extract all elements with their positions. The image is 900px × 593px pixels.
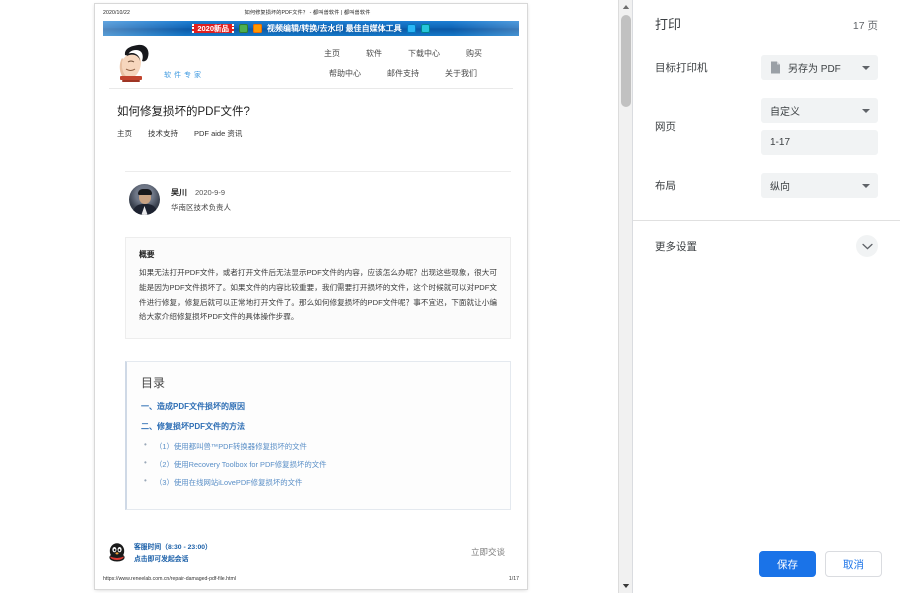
qq-penguin-icon <box>109 543 125 562</box>
more-settings-expand-button[interactable] <box>856 235 878 257</box>
destination-value: 另存为 PDF <box>788 64 841 75</box>
nav-item-software[interactable]: 软件 <box>366 48 382 59</box>
list-item[interactable]: （2）使用Recovery Toolbox for PDF修复损坏的文件 <box>141 458 496 470</box>
chat-prompt: 点击即可发起会话 <box>134 556 189 563</box>
more-settings-row[interactable]: 更多设置 <box>633 221 900 257</box>
chat-now-button[interactable]: 立即交谈 <box>471 546 517 558</box>
site-logo[interactable]: 软件专家 <box>117 42 267 84</box>
layout-value: 纵向 <box>770 182 790 193</box>
nav-row-primary: 主页 软件 下载中心 购买 <box>324 48 482 59</box>
toc-title: 目录 <box>141 376 166 391</box>
footer-page-number: 1/17 <box>508 576 519 582</box>
ad-badge: 2020新品 <box>192 23 234 34</box>
camera-icon <box>239 24 248 33</box>
article-header: 如何修复损坏的PDF文件? 主页 技术支持 PDF aide 资讯 <box>95 89 527 149</box>
logo-text: 软件专家 <box>164 72 204 79</box>
scroll-up-arrow-icon[interactable] <box>619 0 633 14</box>
tools-icon <box>406 24 416 33</box>
print-settings-body: 目标打印机 另存为 PDF 网页 自定义 1-17 布局 纵向 <box>633 33 900 198</box>
print-preview-window: 2020/10/22 如何修复损坏的PDF文件？ - 都叫兽软件 | 都叫兽软件… <box>0 0 900 593</box>
summary-text: 如果无法打开PDF文件，或者打开文件后无法显示PDF文件的内容，应该怎么办呢？出… <box>139 268 497 322</box>
pages-value: 自定义 <box>770 107 800 118</box>
chat-widget[interactable]: 客服时间（8:30 - 23:00） 点击即可发起会话 立即交谈 <box>107 541 517 563</box>
author-date: 2020-9-9 <box>195 187 226 197</box>
media-icon <box>253 24 262 33</box>
chevron-down-icon <box>861 243 873 249</box>
chevron-down-icon <box>862 108 870 113</box>
chevron-down-icon <box>862 183 870 188</box>
avatar <box>129 184 160 215</box>
toc-section-2[interactable]: 二、修复损坏PDF文件的方法 <box>141 421 496 432</box>
print-date: 2020/10/22 <box>103 9 130 16</box>
destination-select[interactable]: 另存为 PDF <box>761 55 878 80</box>
document-title-header: 如何修复损坏的PDF文件？ - 都叫兽软件 | 都叫兽软件 <box>244 10 371 16</box>
footer-url: https://www.reneelab.com.cn/repair-damag… <box>103 576 236 582</box>
print-panel-footer: 保存 取消 <box>633 539 900 593</box>
page-footer: https://www.reneelab.com.cn/repair-damag… <box>103 576 519 582</box>
nav-item-home[interactable]: 主页 <box>324 48 340 59</box>
destination-label: 目标打印机 <box>655 62 708 74</box>
nav-item-help-center[interactable]: 帮助中心 <box>329 68 361 79</box>
nav-item-about-us[interactable]: 关于我们 <box>445 68 477 79</box>
layout-label: 布局 <box>655 180 676 192</box>
site-header: 软件专家 主页 软件 下载中心 购买 帮助中心 邮件支持 关于我们 <box>95 36 527 88</box>
print-settings-panel: 打印 17 页 目标打印机 另存为 PDF 网页 自定义 1-17 布局 纵向 … <box>632 0 900 593</box>
summary-box: 概要 如果无法打开PDF文件，或者打开文件后无法显示PDF文件的内容，应该怎么办… <box>125 237 511 340</box>
list-item[interactable]: （1）使用都叫兽™PDF转换器修复损坏的文件 <box>141 440 496 452</box>
page-header: 2020/10/22 如何修复损坏的PDF文件？ - 都叫兽软件 | 都叫兽软件 <box>95 4 527 18</box>
nav-item-download-center[interactable]: 下载中心 <box>408 48 440 59</box>
toc-section-1[interactable]: 一、造成PDF文件损坏的原因 <box>141 401 496 412</box>
summary-heading: 概要 <box>139 250 155 259</box>
breadcrumb: 主页 技术支持 PDF aide 资讯 <box>117 128 505 139</box>
chevron-down-icon <box>862 65 870 70</box>
print-heading: 打印 <box>655 17 682 32</box>
page-range-input[interactable] <box>761 130 878 155</box>
breadcrumb-home[interactable]: 主页 <box>117 128 132 139</box>
print-preview-area: 2020/10/22 如何修复损坏的PDF文件？ - 都叫兽软件 | 都叫兽软件… <box>0 0 633 593</box>
more-settings-label: 更多设置 <box>655 240 697 253</box>
cancel-button[interactable]: 取消 <box>825 551 882 577</box>
author-name: 吴川 <box>171 187 187 197</box>
pages-label: 网页 <box>655 121 676 133</box>
preview-scrollbar[interactable] <box>618 0 633 593</box>
page-count-label: 17 页 <box>852 20 878 32</box>
nav-row-secondary: 帮助中心 邮件支持 关于我们 <box>329 68 477 79</box>
ad-banner[interactable]: 2020新品 视频编辑/转换/去水印 最佳自媒体工具 <box>103 21 519 36</box>
scroll-down-arrow-icon[interactable] <box>619 579 633 593</box>
print-panel-header: 打印 17 页 <box>633 0 900 33</box>
destination-row: 目标打印机 另存为 PDF <box>655 55 878 80</box>
share-icon <box>420 24 430 33</box>
site-nav: 主页 软件 下载中心 购买 帮助中心 邮件支持 关于我们 <box>267 48 513 79</box>
mascot-icon <box>119 44 149 82</box>
layout-select[interactable]: 纵向 <box>761 173 878 198</box>
breadcrumb-tech-support[interactable]: 技术支持 <box>148 128 178 139</box>
toc-sublist: （1）使用都叫兽™PDF转换器修复损坏的文件 （2）使用Recovery Too… <box>141 440 496 488</box>
document-icon <box>771 61 780 74</box>
author-role: 华南区技术负责人 <box>171 202 231 212</box>
breadcrumb-pdf-aide-news[interactable]: PDF aide 资讯 <box>194 128 242 139</box>
scrollbar-thumb[interactable] <box>621 15 631 107</box>
author-card: 吴川 2020-9-9 华南区技术负责人 <box>125 171 511 225</box>
page-title: 如何修复损坏的PDF文件? <box>117 106 250 118</box>
ad-text: 视频编辑/转换/去水印 最佳自媒体工具 <box>267 24 402 33</box>
preview-page-sheet: 2020/10/22 如何修复损坏的PDF文件？ - 都叫兽软件 | 都叫兽软件… <box>95 4 527 589</box>
pages-select[interactable]: 自定义 <box>761 98 878 123</box>
chat-hours: 客服时间（8:30 - 23:00） <box>134 544 212 551</box>
table-of-contents: 目录 一、造成PDF文件损坏的原因 二、修复损坏PDF文件的方法 （1）使用都叫… <box>125 361 511 511</box>
nav-item-purchase[interactable]: 购买 <box>466 48 482 59</box>
nav-item-email-support[interactable]: 邮件支持 <box>387 68 419 79</box>
list-item[interactable]: （3）使用在线网站iLovePDF修复损坏的文件 <box>141 476 496 488</box>
layout-row: 布局 纵向 <box>655 173 878 198</box>
save-button[interactable]: 保存 <box>759 551 816 577</box>
pages-row: 网页 自定义 <box>655 98 878 155</box>
